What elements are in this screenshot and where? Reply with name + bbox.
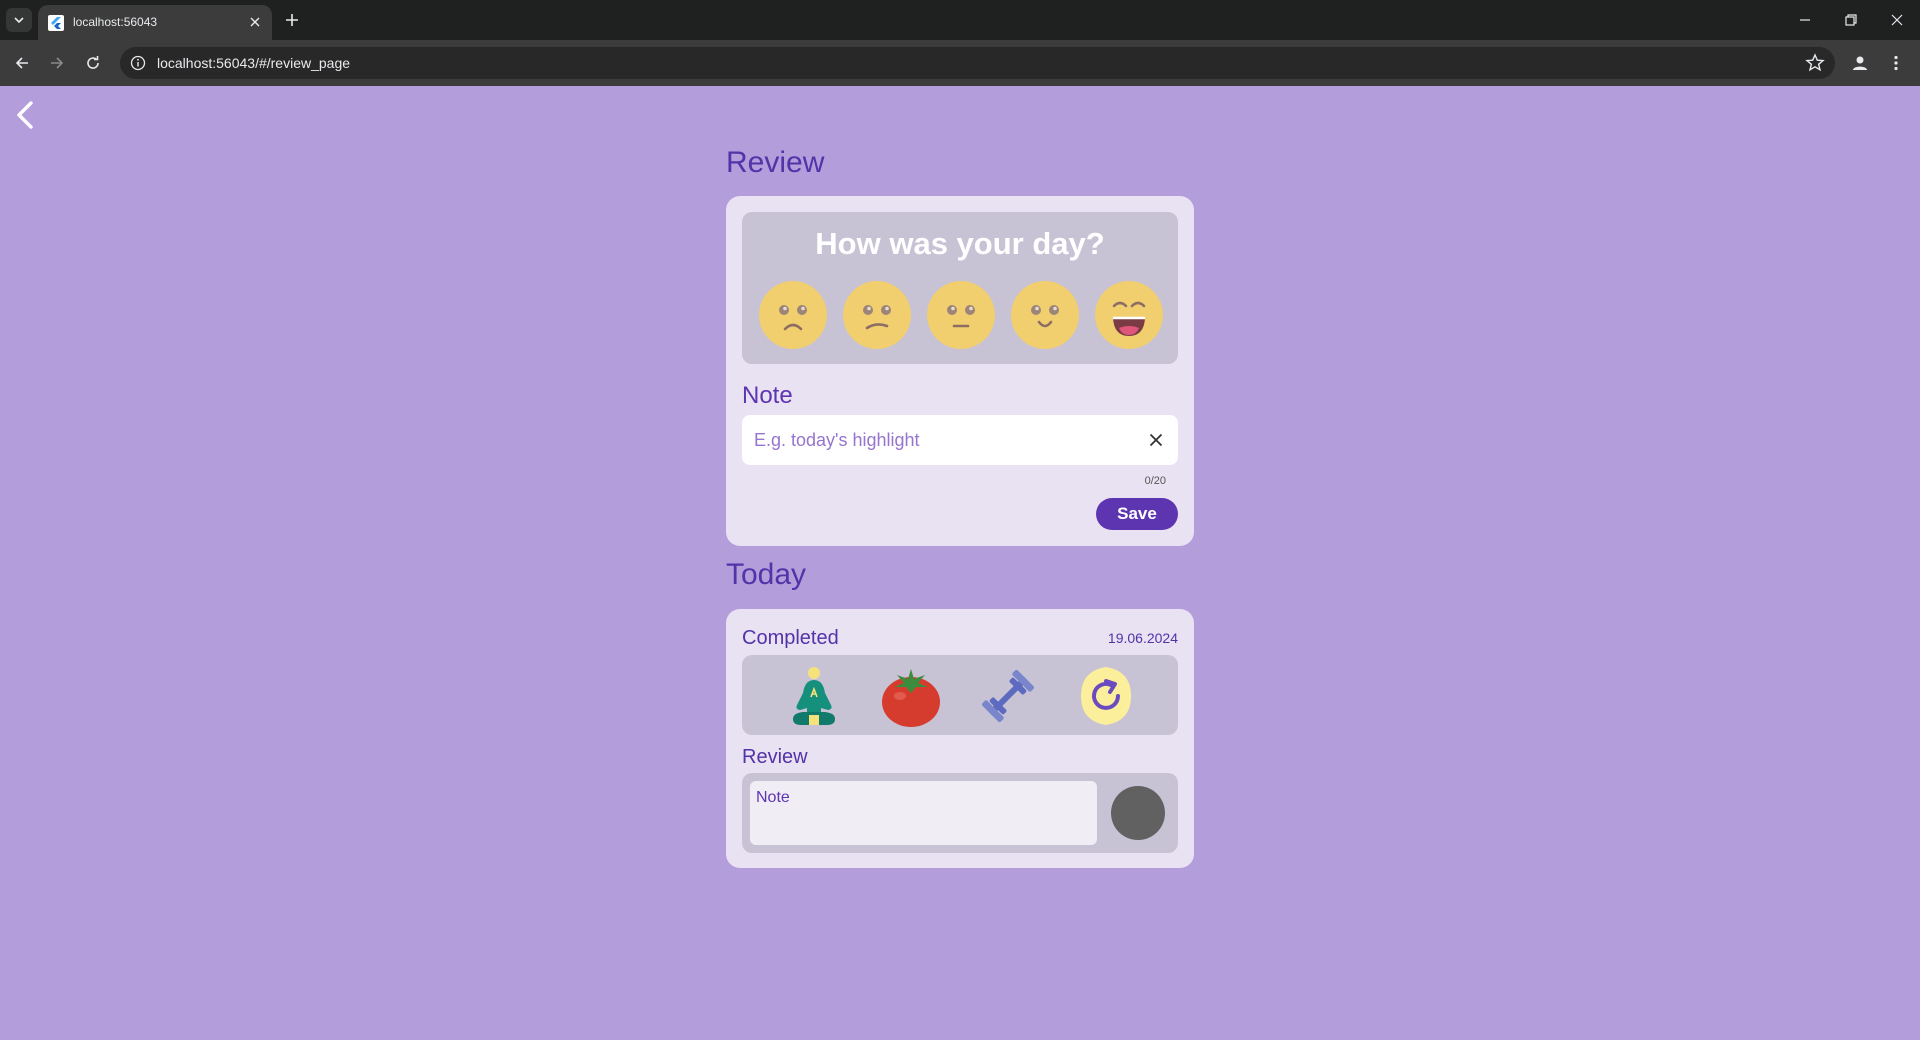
clear-note-button[interactable] bbox=[1144, 428, 1168, 452]
emoji-row bbox=[758, 280, 1164, 350]
back-nav-button[interactable] bbox=[7, 48, 37, 78]
browser-menu-button[interactable] bbox=[1882, 49, 1910, 77]
info-icon[interactable] bbox=[130, 55, 146, 71]
flutter-icon bbox=[48, 15, 64, 31]
today-section-title: Today bbox=[726, 558, 807, 591]
reload-button[interactable] bbox=[78, 48, 108, 78]
mood-bad-icon[interactable] bbox=[842, 280, 912, 350]
browser-tab[interactable]: localhost:56043 bbox=[38, 5, 272, 40]
minimize-button[interactable] bbox=[1782, 0, 1828, 40]
reload-icon bbox=[87, 56, 99, 69]
save-button[interactable]: Save bbox=[1096, 498, 1178, 530]
arrow-left-icon bbox=[15, 57, 28, 69]
forward-nav-button[interactable] bbox=[42, 48, 72, 78]
mood-great-icon[interactable] bbox=[1094, 280, 1164, 350]
review-section-title: Review bbox=[726, 146, 825, 179]
mood-indicator bbox=[1111, 786, 1165, 840]
url-text: localhost:56043/#/review_page bbox=[157, 55, 351, 71]
profile-icon bbox=[1853, 56, 1867, 70]
review-label: Review bbox=[742, 746, 808, 768]
page-back-button[interactable] bbox=[10, 98, 40, 132]
chevron-left-icon bbox=[17, 101, 33, 129]
today-review: Note bbox=[742, 773, 1178, 853]
tab-title: localhost:56043 bbox=[73, 15, 158, 29]
plus-icon bbox=[286, 14, 298, 26]
note-input[interactable] bbox=[754, 415, 1134, 465]
close-window-button[interactable] bbox=[1874, 0, 1920, 40]
tab-close-button[interactable] bbox=[246, 13, 264, 31]
restore-button[interactable] bbox=[1828, 0, 1874, 40]
close-icon bbox=[1149, 433, 1163, 447]
today-card: Completed 19.06.2024 Review Note bbox=[726, 609, 1194, 868]
mood-question: How was your day? bbox=[815, 226, 1105, 261]
completed-activities bbox=[742, 655, 1178, 735]
more-vert-icon bbox=[1894, 55, 1898, 71]
close-icon bbox=[1891, 14, 1903, 26]
meditation-icon bbox=[793, 667, 835, 725]
restore-icon bbox=[1845, 14, 1857, 26]
note-field bbox=[742, 415, 1178, 465]
mood-awful-icon[interactable] bbox=[758, 280, 828, 350]
new-tab-button[interactable] bbox=[280, 8, 304, 32]
tomato-icon bbox=[882, 669, 940, 727]
browser-toolbar: localhost:56043/#/review_page bbox=[0, 40, 1920, 86]
profile-button[interactable] bbox=[1846, 49, 1874, 77]
refresh-icon bbox=[1081, 667, 1131, 725]
bookmark-star-icon[interactable] bbox=[1805, 53, 1825, 73]
address-bar[interactable]: localhost:56043/#/review_page bbox=[120, 47, 1835, 79]
review-card: How was your day? Note E.g. today's high… bbox=[726, 196, 1194, 546]
minimize-icon bbox=[1800, 19, 1810, 21]
mood-good-icon[interactable] bbox=[1010, 280, 1080, 350]
completed-label: Completed bbox=[742, 627, 839, 649]
review-note-text: Note bbox=[756, 789, 790, 806]
mood-selector: How was your day? bbox=[742, 212, 1178, 364]
note-label: Note bbox=[742, 382, 793, 409]
dumbbell-icon bbox=[981, 669, 1035, 723]
completed-date: 19.06.2024 bbox=[1107, 630, 1178, 646]
arrow-right-icon bbox=[51, 57, 64, 69]
character-counter: 0/20 bbox=[1144, 475, 1166, 487]
tab-search-button[interactable] bbox=[6, 8, 32, 32]
close-icon bbox=[250, 17, 260, 27]
mood-neutral-icon[interactable] bbox=[926, 280, 996, 350]
browser-tabstrip: localhost:56043 bbox=[0, 0, 1920, 40]
review-note-box: Note bbox=[750, 781, 1097, 845]
chevron-down-icon bbox=[14, 17, 24, 24]
